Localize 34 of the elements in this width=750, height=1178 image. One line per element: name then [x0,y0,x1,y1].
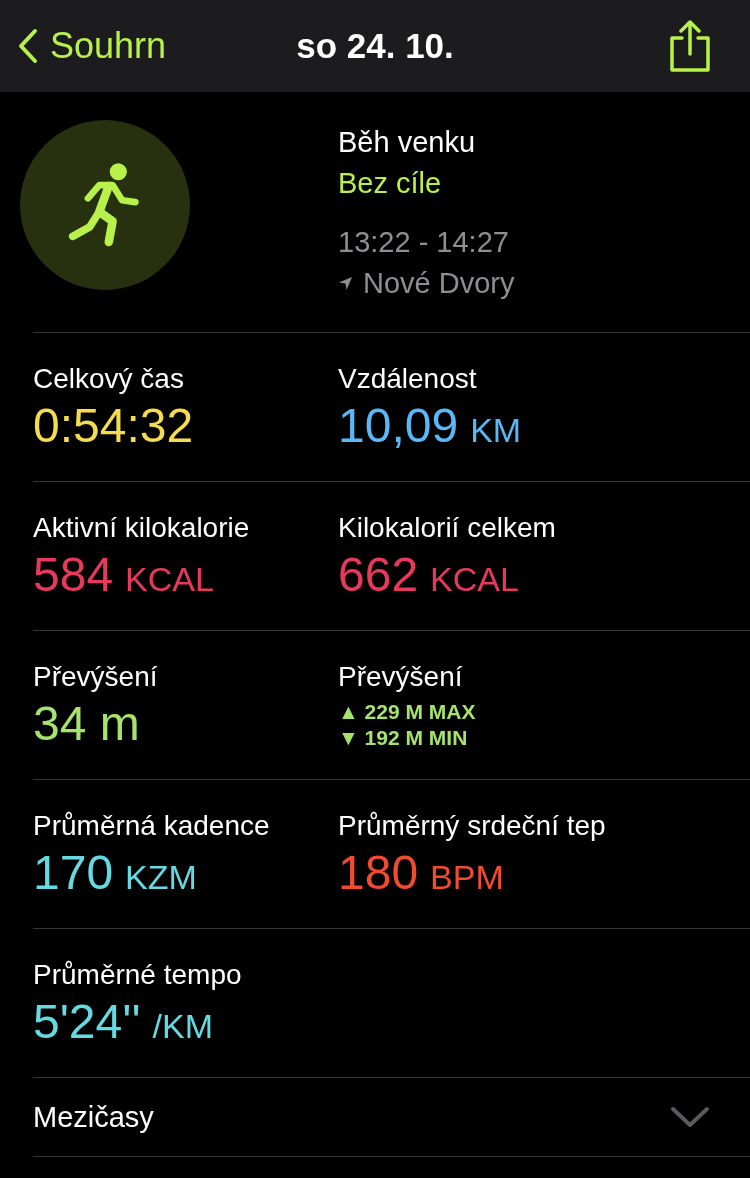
metric-unit: /KM [152,1006,214,1047]
elevation-range-text: ▲ 229 M MAX [338,699,477,725]
metric-value: 170 [33,845,114,901]
metric-unit: KCAL [125,559,214,600]
splits-row[interactable]: Mezičasy [33,1078,750,1157]
metric-unit: KZM [125,857,197,898]
workout-goal: Bez cíle [338,166,443,201]
metric-value: 584 [33,547,114,603]
workout-location: Nové Dvory [363,266,515,301]
metric-value: 10,09 [338,398,459,454]
workout-time: 13:22 - 14:27 [338,225,510,260]
metric-value: 180 [338,845,419,901]
metric-value: 662 [338,547,419,603]
elevation-range-text: ▼ 192 M MIN [338,725,469,751]
back-button[interactable]: Souhrn [18,25,167,67]
metric-value: 5'24'' [33,994,141,1050]
metric-label: Průměrné tempo [33,958,243,992]
metric-unit: BPM [430,857,504,898]
metric-value: 0:54:32 [33,398,194,454]
nav-title: so 24. 10. [296,26,454,66]
back-chevron-icon [18,28,38,64]
metric-unit: KM [470,410,522,451]
metric-unit: KCAL [430,559,519,600]
metric-label: Průměrný srdeční tep [338,809,607,843]
metric-label: Převýšení [33,660,159,694]
metric-label: Kilokalorií celkem [338,511,557,545]
metric-label: Vzdálenost [338,362,478,396]
metric-label: Celkový čas [33,362,185,396]
metric-label: Průměrná kadence [33,809,271,843]
metric-label: Aktivní kilokalorie [33,511,251,545]
location-arrow-icon [338,275,353,291]
metric-value: 34 m [33,696,140,752]
metric-label: Převýšení [338,660,464,694]
workout-name: Běh venku [338,125,477,160]
